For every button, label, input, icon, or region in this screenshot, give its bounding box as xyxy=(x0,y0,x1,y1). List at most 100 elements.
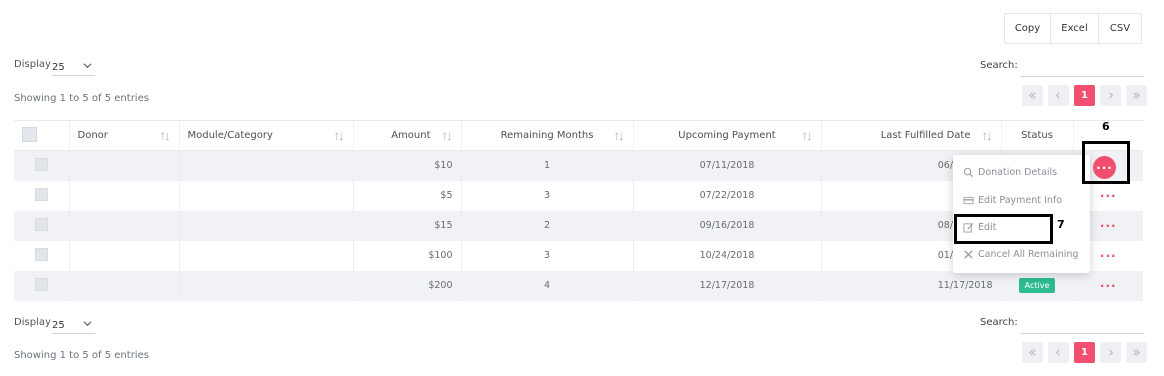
amount-cell: $10 xyxy=(353,150,462,181)
row-checkbox-cell xyxy=(14,270,70,301)
column-header-remaining-months[interactable]: Remaining Months xyxy=(461,120,634,151)
last-page-button[interactable] xyxy=(1126,342,1147,363)
menu-item-edit-payment-info[interactable]: Edit Payment Info xyxy=(963,195,1062,206)
first-page-button[interactable] xyxy=(1022,85,1043,106)
table-row: $200 4 12/17/2018 11/17/2018 Active ··· xyxy=(14,270,1143,301)
chevron-left-icon xyxy=(1055,349,1060,356)
search-input-bottom[interactable] xyxy=(1021,316,1144,334)
amount-cell: $100 xyxy=(353,240,462,271)
display-length-value: 25 xyxy=(52,319,65,331)
select-all-checkbox[interactable] xyxy=(22,126,37,142)
select-all-header xyxy=(14,120,70,151)
display-length-value: 25 xyxy=(52,61,65,73)
row-checkbox-cell xyxy=(14,210,70,241)
column-header-remaining-label: Remaining Months xyxy=(500,130,594,141)
search-label-bottom: Search: xyxy=(980,317,1018,328)
entries-info-bottom: Showing 1 to 5 of 5 entries xyxy=(14,350,149,361)
display-length-select-bottom[interactable]: 25 xyxy=(52,317,95,334)
prev-page-button[interactable] xyxy=(1048,342,1069,363)
display-label-bottom: Display xyxy=(14,317,51,328)
excel-button[interactable]: Excel xyxy=(1051,14,1099,43)
chevron-left-icon xyxy=(1055,92,1060,99)
menu-item-label: Donation Details xyxy=(978,167,1058,178)
search-label-top: Search: xyxy=(980,60,1018,71)
last-page-button[interactable] xyxy=(1126,85,1147,106)
row-checkbox[interactable] xyxy=(34,157,48,171)
next-page-button[interactable] xyxy=(1100,342,1121,363)
column-header-upcoming-payment[interactable]: Upcoming Payment xyxy=(633,120,822,151)
page-button-current[interactable]: 1 xyxy=(1074,342,1095,363)
search-input-top[interactable] xyxy=(1021,59,1144,77)
search-icon xyxy=(963,167,974,178)
copy-button[interactable]: Copy xyxy=(1005,14,1051,43)
row-checkbox[interactable] xyxy=(34,187,48,201)
amount-cell: $5 xyxy=(353,180,462,211)
row-checkbox[interactable] xyxy=(34,247,48,261)
row-checkbox[interactable] xyxy=(34,277,48,291)
module-cell xyxy=(179,180,354,211)
display-label-top: Display xyxy=(14,59,51,70)
sort-icon xyxy=(982,132,991,141)
annotation-marker-6: 6 xyxy=(1102,120,1110,133)
actions-cell: ··· xyxy=(1073,270,1143,301)
column-header-donor[interactable]: Donor xyxy=(69,120,180,151)
export-button-group: Copy Excel CSV xyxy=(1004,13,1142,44)
donor-cell xyxy=(69,240,180,271)
menu-item-cancel-all-remaining[interactable]: Cancel All Remaining xyxy=(963,249,1078,260)
upcoming-payment-cell: 10/24/2018 xyxy=(633,240,822,271)
row-checkbox-cell xyxy=(14,150,70,181)
prev-page-button[interactable] xyxy=(1048,85,1069,106)
annotation-box-actions xyxy=(1082,141,1130,184)
menu-item-label: Cancel All Remaining xyxy=(978,249,1079,260)
double-chevron-left-icon xyxy=(1029,349,1036,356)
upcoming-payment-cell: 07/22/2018 xyxy=(633,180,822,211)
upcoming-payment-cell: 09/16/2018 xyxy=(633,210,822,241)
remaining-months-cell: 3 xyxy=(461,180,634,211)
table-header-row: Donor Module/Category Amount Remaining M… xyxy=(14,120,1143,151)
donor-cell xyxy=(69,180,180,211)
row-actions-button[interactable]: ··· xyxy=(1100,189,1117,203)
donor-cell xyxy=(69,150,180,181)
sort-icon xyxy=(802,132,811,141)
column-header-upcoming-label: Upcoming Payment xyxy=(678,130,776,141)
chevron-down-icon xyxy=(83,63,92,69)
row-actions-button[interactable]: ··· xyxy=(1100,279,1117,293)
last-fulfilled-cell: 11/17/2018 xyxy=(821,270,1002,301)
chevron-right-icon xyxy=(1109,92,1114,99)
pagination-top: 1 xyxy=(1022,85,1152,106)
sort-icon xyxy=(160,132,169,141)
column-header-amount[interactable]: Amount xyxy=(353,120,462,151)
upcoming-payment-cell: 12/17/2018 xyxy=(633,270,822,301)
upcoming-payment-cell: 07/11/2018 xyxy=(633,150,822,181)
module-cell xyxy=(179,210,354,241)
row-actions-button[interactable]: ··· xyxy=(1100,219,1117,233)
next-page-button[interactable] xyxy=(1100,85,1121,106)
module-cell xyxy=(179,150,354,181)
menu-item-donation-details[interactable]: Donation Details xyxy=(963,167,1057,178)
annotation-box-edit xyxy=(954,214,1053,244)
column-header-last-label: Last Fulfilled Date xyxy=(880,130,971,141)
column-header-module-label: Module/Category xyxy=(187,130,273,141)
page-button-current[interactable]: 1 xyxy=(1074,85,1095,106)
column-header-status: Status xyxy=(1001,120,1074,151)
remaining-months-cell: 3 xyxy=(461,240,634,271)
menu-item-label: Edit Payment Info xyxy=(978,195,1063,206)
credit-card-icon xyxy=(963,196,974,205)
column-header-donor-label: Donor xyxy=(77,130,108,141)
close-icon xyxy=(964,250,973,259)
column-header-module[interactable]: Module/Category xyxy=(179,120,354,151)
row-checkbox-cell xyxy=(14,240,70,271)
module-cell xyxy=(179,270,354,301)
sort-icon xyxy=(334,132,343,141)
donor-cell xyxy=(69,210,180,241)
first-page-button[interactable] xyxy=(1022,342,1043,363)
remaining-months-cell: 4 xyxy=(461,270,634,301)
entries-info-top: Showing 1 to 5 of 5 entries xyxy=(14,93,149,104)
column-header-last-fulfilled[interactable]: Last Fulfilled Date xyxy=(821,120,1002,151)
status-cell: Active xyxy=(1001,270,1074,301)
row-checkbox-cell xyxy=(14,180,70,211)
display-length-select-top[interactable]: 25 xyxy=(52,59,95,76)
row-checkbox[interactable] xyxy=(34,217,48,231)
csv-button[interactable]: CSV xyxy=(1099,14,1141,43)
row-actions-button[interactable]: ··· xyxy=(1100,249,1117,263)
